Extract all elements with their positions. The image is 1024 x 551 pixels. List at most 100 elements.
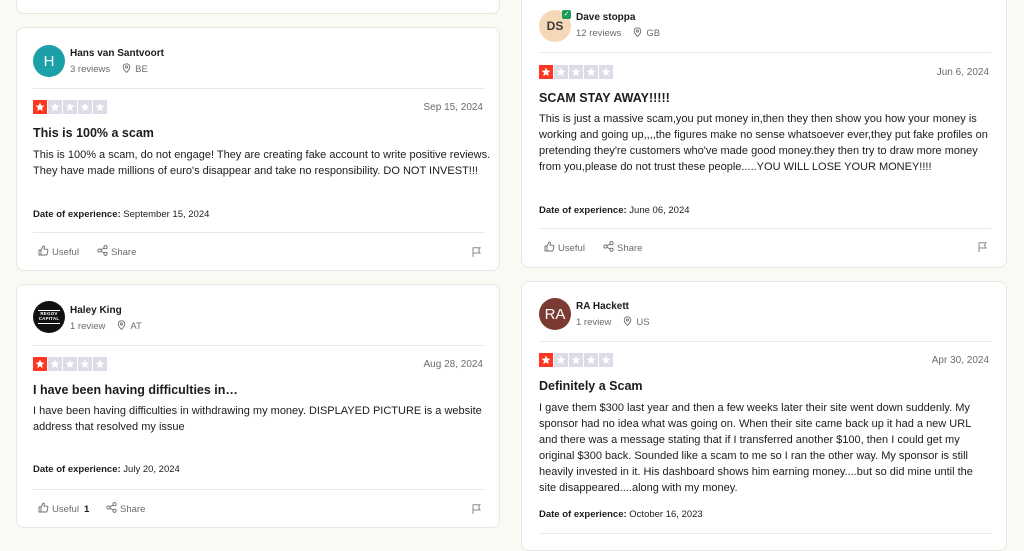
divider	[539, 341, 991, 342]
review-title[interactable]: SCAM STAY AWAY!!!!!	[539, 91, 670, 105]
date-of-experience: Date of experience: October 16, 2023	[539, 509, 703, 520]
star-icon	[48, 357, 62, 371]
share-icon	[97, 245, 108, 259]
useful-button[interactable]: Useful	[544, 241, 590, 255]
date-of-experience-label: Date of experience:	[539, 509, 627, 520]
review-date: Sep 15, 2024	[423, 102, 484, 113]
divider	[33, 489, 485, 490]
review-body: I gave them $300 last year and then a fe…	[539, 402, 973, 494]
reviewer-country: US	[636, 317, 650, 328]
review-body: I have been having difficulties in withd…	[33, 405, 482, 433]
review-title[interactable]: I have been having difficulties in…	[33, 383, 238, 397]
share-icon	[603, 241, 614, 255]
reviewer-country: AT	[130, 321, 142, 332]
share-button[interactable]: Share	[603, 241, 642, 255]
date-of-experience: Date of experience: July 20, 2024	[33, 464, 180, 475]
star-icon	[93, 357, 107, 371]
divider	[539, 52, 991, 53]
flag-icon[interactable]	[471, 246, 483, 258]
avatar[interactable]: REGOV CAPITAL	[33, 301, 65, 333]
divider	[33, 345, 485, 346]
reviewer-country: BE	[135, 64, 148, 75]
reviewer-name[interactable]: Hans van Santvoort	[70, 48, 164, 59]
star-rating	[33, 357, 107, 371]
useful-label: Useful	[558, 242, 585, 254]
review-card: DS ✓ Dave stoppa 12 reviews GB Jun 6, 20…	[521, 0, 1007, 268]
location-pin-icon	[633, 27, 642, 40]
share-label: Share	[617, 242, 643, 254]
reviewer-name[interactable]: Dave stoppa	[576, 12, 635, 23]
review-count: 1 review	[70, 321, 106, 332]
date-of-experience-value: October 16, 2023	[629, 509, 703, 520]
review-date: Apr 30, 2024	[931, 355, 989, 366]
star-icon	[63, 357, 77, 371]
thumbs-up-icon	[544, 241, 555, 255]
avatar[interactable]: RA	[539, 298, 571, 330]
star-icon	[599, 65, 613, 79]
share-button[interactable]: Share	[97, 245, 136, 259]
avatar[interactable]: H	[33, 45, 65, 77]
reviewer-name[interactable]: Haley King	[70, 305, 122, 316]
star-icon	[584, 353, 598, 367]
location-pin-icon	[122, 63, 131, 76]
review-count: 3 reviews	[70, 64, 111, 75]
divider	[539, 533, 991, 534]
review-date: Aug 28, 2024	[423, 359, 484, 370]
star-rating	[539, 65, 613, 79]
reviewer-meta: 1 review AT	[70, 320, 142, 333]
avatar-logo-text: REGOV CAPITAL	[38, 310, 60, 324]
reviewer-country: GB	[646, 28, 661, 39]
star-icon	[78, 100, 92, 114]
review-body: This is just a massive scam,you put mone…	[539, 113, 988, 173]
share-icon	[106, 502, 117, 516]
review-body: This is 100% a scam, do not engage! They…	[33, 149, 491, 177]
review-title[interactable]: Definitely a Scam	[539, 379, 643, 393]
thumbs-up-icon	[38, 245, 49, 259]
share-label: Share	[111, 246, 137, 258]
location-pin-icon	[623, 316, 632, 329]
date-of-experience-label: Date of experience:	[33, 464, 121, 475]
star-icon	[48, 100, 62, 114]
reviewer-meta: 3 reviews BE	[70, 63, 148, 76]
useful-button[interactable]: Useful 1	[38, 502, 89, 516]
star-icon	[554, 65, 568, 79]
verified-check-icon: ✓	[562, 10, 571, 19]
location-pin-icon	[117, 320, 126, 333]
useful-count: 1	[83, 503, 90, 515]
star-icon	[539, 353, 553, 367]
review-title[interactable]: This is 100% a scam	[33, 126, 154, 140]
date-of-experience-value: September 15, 2024	[123, 209, 210, 220]
reviewer-meta: 1 review US	[576, 316, 650, 329]
star-icon	[33, 100, 47, 114]
review-count: 12 reviews	[576, 28, 622, 39]
star-icon	[78, 357, 92, 371]
date-of-experience: Date of experience: September 15, 2024	[33, 209, 209, 220]
date-of-experience-value: June 06, 2024	[629, 205, 690, 216]
star-icon	[539, 65, 553, 79]
reviewer-name[interactable]: RA Hackett	[576, 301, 629, 312]
divider	[33, 232, 485, 233]
share-button[interactable]: Share	[106, 502, 145, 516]
review-date: Jun 6, 2024	[936, 67, 989, 78]
star-icon	[33, 357, 47, 371]
star-rating	[33, 100, 107, 114]
useful-button[interactable]: Useful	[38, 245, 84, 259]
review-count: 1 review	[576, 317, 612, 328]
review-card: RA RA Hackett 1 review US Apr 30, 2024 D…	[521, 281, 1007, 551]
flag-icon[interactable]	[977, 241, 989, 253]
star-rating	[539, 353, 613, 367]
star-icon	[599, 353, 613, 367]
star-icon	[584, 65, 598, 79]
review-card-partial	[16, 0, 500, 14]
star-icon	[569, 353, 583, 367]
star-icon	[63, 100, 77, 114]
thumbs-up-icon	[38, 502, 49, 516]
flag-icon[interactable]	[471, 503, 483, 515]
divider	[33, 88, 485, 89]
review-card: H Hans van Santvoort 3 reviews BE Sep 15…	[16, 27, 500, 271]
star-icon	[554, 353, 568, 367]
date-of-experience-value: July 20, 2024	[123, 464, 180, 475]
useful-label: Useful	[52, 503, 79, 515]
reviewer-meta: 12 reviews GB	[576, 27, 660, 40]
useful-label: Useful	[52, 246, 79, 258]
